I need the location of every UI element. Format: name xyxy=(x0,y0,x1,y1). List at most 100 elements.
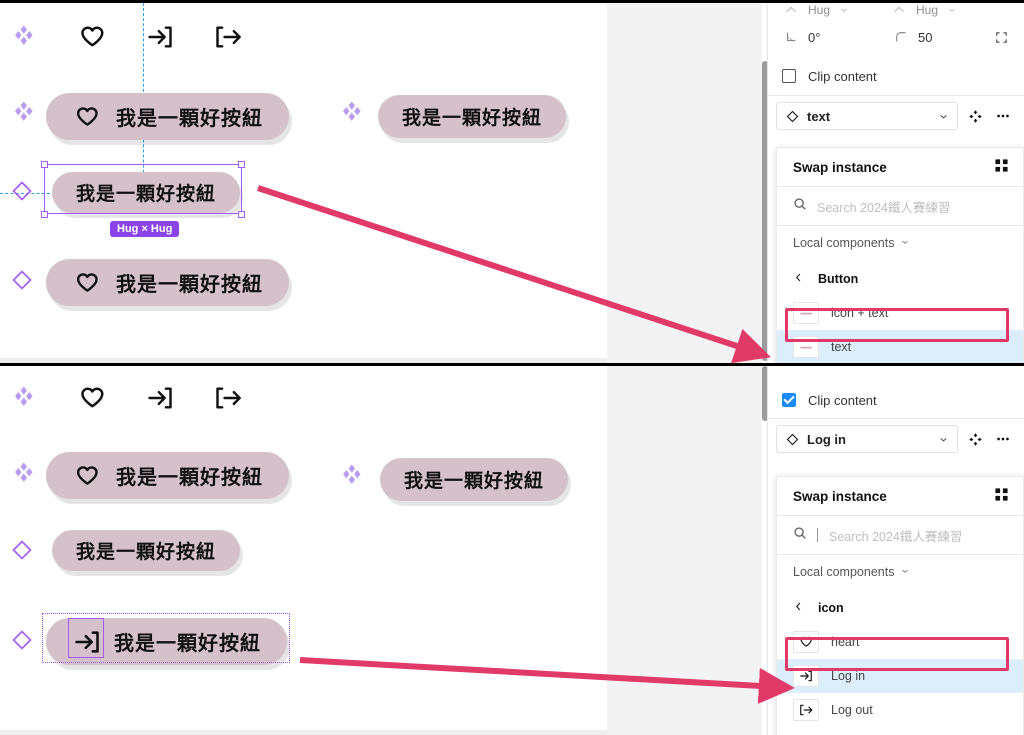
button-label: 我是一顆好按紐 xyxy=(116,465,263,489)
chevron-down-icon[interactable] xyxy=(937,430,949,448)
component-back-row[interactable]: icon xyxy=(777,591,1023,625)
clip-content-row[interactable]: Clip content xyxy=(768,57,1024,95)
canvas-button-heart-b1[interactable]: 我是一顆好按紐 xyxy=(46,452,289,499)
chevron-down-icon xyxy=(900,236,910,250)
chevron-down-icon[interactable] xyxy=(937,107,949,125)
component-search-field[interactable]: Search 2024鐵人賽練習 xyxy=(777,187,1023,225)
more-options-icon[interactable] xyxy=(992,105,1014,127)
chevron-left-icon[interactable] xyxy=(793,601,804,615)
canvas-button-text-b-right[interactable]: 我是一顆好按紐 xyxy=(380,458,569,501)
bottom-icon-row xyxy=(10,384,242,412)
instance-bar: Log in xyxy=(768,419,1024,459)
clip-content-label: Clip content xyxy=(808,68,877,84)
canvas-button-heart-1[interactable]: 我是一顆好按紐 xyxy=(46,93,289,140)
clip-content-checkbox[interactable] xyxy=(782,393,796,407)
bottom-figma-canvas[interactable]: 我是一顆好按紐 我是一顆好按紐 我是一顆好按紐 我是一顆好按紐 xyxy=(0,366,607,735)
swap-instance-title: Swap instance xyxy=(793,488,887,504)
chevron-down-icon xyxy=(900,565,910,579)
heart-icon xyxy=(78,384,106,412)
grid-view-icon[interactable] xyxy=(994,158,1009,176)
component-search-field[interactable]: Search 2024鐵人賽練習 xyxy=(777,516,1023,554)
diamond-icon xyxy=(10,628,38,656)
selection-handle-bl[interactable] xyxy=(41,211,48,218)
log-out-icon xyxy=(214,384,242,412)
sparkle-icon xyxy=(10,460,38,488)
button-label: 我是一顆好按紐 xyxy=(402,107,543,129)
component-thumbnail xyxy=(793,631,819,653)
selection-frame xyxy=(44,164,242,214)
sparkle-icon xyxy=(338,99,366,127)
component-item-heart[interactable]: heart xyxy=(777,625,1023,659)
clip-content-checkbox[interactable] xyxy=(782,69,796,83)
back-label: Button xyxy=(818,272,859,286)
more-options-icon[interactable] xyxy=(992,428,1014,450)
selection-handle-tl[interactable] xyxy=(41,161,48,168)
component-item-text[interactable]: text xyxy=(777,330,1023,364)
swap-instance-popover: Swap instance Search 2024鐵人賽練習 Local com… xyxy=(776,476,1024,735)
top-icon-row xyxy=(10,23,242,51)
sparkle-icon xyxy=(10,384,38,412)
component-item-icon-text[interactable]: icon + text xyxy=(777,296,1023,330)
component-item-label: text xyxy=(831,340,852,354)
corner-radius-value[interactable]: 50 xyxy=(918,30,932,45)
sparkle-marker-left-2 xyxy=(10,99,38,127)
canvas-button-heart-2[interactable]: 我是一顆好按紐 xyxy=(46,259,289,306)
diamond-icon xyxy=(10,268,38,296)
rotation-icon xyxy=(782,28,800,46)
component-item-label: Log in xyxy=(831,669,866,683)
top-figma-canvas[interactable]: 我是一顆好按紐 我是一顆好按紐 我是一顆好按紐 Hug × Hug 我是一顆好按… xyxy=(0,3,607,366)
chevron-left-icon[interactable] xyxy=(793,272,804,286)
back-label: icon xyxy=(818,601,844,615)
selection-handle-tr[interactable] xyxy=(238,161,245,168)
search-placeholder: Search 2024鐵人賽練習 xyxy=(817,200,951,215)
component-item-label: Log out xyxy=(831,703,873,717)
instance-bar: text xyxy=(768,96,1024,136)
search-icon xyxy=(793,526,807,545)
independent-corners-icon[interactable] xyxy=(992,28,1010,46)
sparkle-marker-right xyxy=(338,99,366,127)
diamond-marker-b3 xyxy=(10,538,38,566)
bottom-properties-panel: Clip content Log in Swap instance Search… xyxy=(767,366,1024,735)
local-components-label: Local components xyxy=(793,236,895,250)
heart-icon xyxy=(72,270,102,296)
rotation-value[interactable]: 0° xyxy=(808,30,820,45)
sparkle-icon xyxy=(10,99,38,127)
button-label: 我是一顆好按紐 xyxy=(116,106,263,130)
component-item-login[interactable]: Log in xyxy=(777,659,1023,693)
canvas-bottom-edge xyxy=(0,730,607,735)
bottom-screenshot: 我是一顆好按紐 我是一顆好按紐 我是一顆好按紐 我是一顆好按紐 Clip con… xyxy=(0,363,1024,735)
canvas-button-text-b3[interactable]: 我是一顆好按紐 xyxy=(52,530,241,571)
local-components-group[interactable]: Local components xyxy=(777,226,1023,260)
size-badge: Hug × Hug xyxy=(110,221,180,237)
button-label: 我是一顆好按紐 xyxy=(404,470,545,492)
top-sizing-row: Hug Hug xyxy=(768,3,1024,17)
component-thumbnail xyxy=(793,665,819,687)
component-item-label: icon + text xyxy=(831,306,889,320)
icon-sub-selection xyxy=(68,618,104,658)
component-back-row[interactable]: Button xyxy=(777,262,1023,296)
log-in-icon xyxy=(146,384,174,412)
search-placeholder: Search 2024鐵人賽練習 xyxy=(829,529,963,544)
top-screenshot: 我是一顆好按紐 我是一顆好按紐 我是一顆好按紐 Hug × Hug 我是一顆好按… xyxy=(0,0,1024,369)
instance-name: Log in xyxy=(807,431,846,447)
grid-view-icon[interactable] xyxy=(994,487,1009,505)
reset-instance-icon[interactable] xyxy=(964,428,986,450)
button-label: 我是一顆好按紐 xyxy=(116,272,263,296)
instance-selector[interactable]: Log in xyxy=(776,425,958,453)
reset-instance-icon[interactable] xyxy=(964,105,986,127)
screenshot-composite: 我是一顆好按紐 我是一顆好按紐 我是一顆好按紐 Hug × Hug 我是一顆好按… xyxy=(0,0,1024,735)
heart-icon xyxy=(72,104,102,130)
component-thumbnail xyxy=(793,302,819,324)
diamond-marker-b4 xyxy=(10,628,38,656)
local-components-group[interactable]: Local components xyxy=(777,555,1023,589)
canvas-button-text-right[interactable]: 我是一顆好按紐 xyxy=(378,95,567,138)
component-item-logout[interactable]: Log out xyxy=(777,693,1023,727)
instance-selector[interactable]: text xyxy=(776,102,958,130)
local-components-label: Local components xyxy=(793,565,895,579)
log-out-icon xyxy=(214,23,242,51)
top-properties-panel: Hug Hug 0° 50 Clip content text Swap ins… xyxy=(767,3,1024,366)
button-label: 我是一顆好按紐 xyxy=(76,541,217,563)
selection-handle-br[interactable] xyxy=(238,211,245,218)
corner-radius-icon xyxy=(892,28,910,46)
clip-content-row[interactable]: Clip content xyxy=(768,382,1024,418)
